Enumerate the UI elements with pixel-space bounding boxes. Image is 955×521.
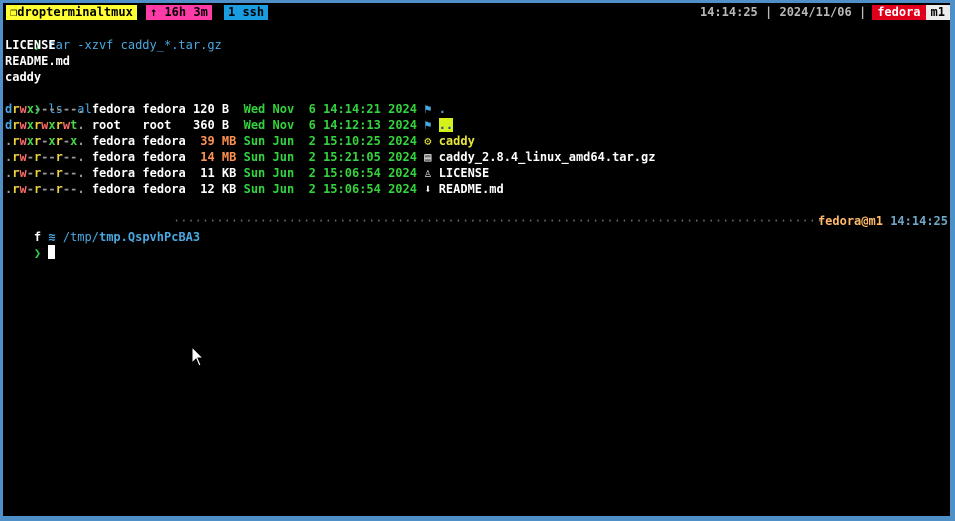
command-line: ❯ ls -al — [5, 85, 92, 116]
ls-permissions: drwxrwxrwt. — [5, 118, 85, 132]
ls-group: fedora — [142, 134, 186, 148]
ls-filename: caddy — [438, 134, 475, 148]
ls-permissions: .rw-r--r--. — [5, 150, 85, 164]
path-dir: tmp.QspvhPcBA3 — [98, 230, 201, 244]
ls-date: Sun Jun 2 15:10:25 2024 — [243, 134, 417, 148]
prompt-right: fedora@m1 14:14:25 — [818, 213, 948, 229]
ls-size: 120 — [193, 102, 215, 116]
ls-size-unit: MB — [221, 134, 237, 148]
ls-filename: .. — [438, 118, 454, 132]
ls-group: root — [142, 118, 172, 132]
ls-group: fedora — [142, 102, 186, 116]
ls-user: fedora — [91, 102, 136, 116]
tmux-window-tab[interactable]: 1 ssh — [224, 5, 269, 20]
output-line: LICENSE — [5, 38, 56, 52]
status-date: 2024/11/06 — [779, 5, 852, 19]
input-line[interactable]: ❯ — [5, 229, 56, 260]
ls-size: 360 — [193, 118, 215, 132]
ls-user: fedora — [91, 182, 136, 196]
command-line: ❯ tar -xzvf caddy_*.tar.gz — [5, 21, 222, 52]
file-type-icon: ⚙ — [424, 134, 432, 148]
ls-row: .rw-r--r--. fedora fedora 11 KB Sun Jun … — [5, 165, 489, 181]
ls-date: Sun Jun 2 15:06:54 2024 — [243, 166, 417, 180]
ls-date: Sun Jun 2 15:06:54 2024 — [243, 182, 417, 196]
status-right: 14:14:25 | 2024/11/06 | fedora m1 — [700, 5, 950, 20]
mouse-pointer-icon — [191, 346, 205, 367]
ls-date: Sun Jun 2 15:21:05 2024 — [243, 150, 417, 164]
ls-row: drwx------. fedora fedora 120 B Wed Nov … — [5, 101, 446, 117]
ls-filename: caddy_2.8.4_linux_amd64.tar.gz — [438, 150, 656, 164]
ls-date: Wed Nov 6 14:14:21 2024 — [243, 102, 417, 116]
ls-permissions: .rw-r--r--. — [5, 182, 85, 196]
ls-row: drwxrwxrwt. root root 360 B Wed Nov 6 14… — [5, 117, 454, 133]
path-prefix: /tmp/ — [62, 230, 99, 244]
prompt-filler-rule: ········································… — [173, 214, 821, 228]
ls-row: .rw-r--r--. fedora fedora 12 KB Sun Jun … — [5, 181, 504, 197]
ls-group: fedora — [142, 182, 186, 196]
output-line: README.md — [5, 54, 71, 68]
uptime-badge: ↑ 16h 3m — [146, 5, 212, 20]
ls-size-unit: B — [221, 118, 230, 132]
output-line: caddy — [5, 70, 42, 84]
ls-permissions: drwx------. — [5, 102, 85, 116]
session-name: dropterminaltmux — [17, 5, 133, 19]
command-text: tar -xzvf caddy_*.tar.gz — [48, 38, 222, 52]
ls-filename: README.md — [438, 182, 504, 196]
prompt-line: f ≋ /tmp/tmp.QspvhPcBA3 ················… — [5, 213, 948, 244]
ls-group: fedora — [142, 150, 186, 164]
ls-user: fedora — [91, 150, 136, 164]
status-datetime: 14:14:25 | 2024/11/06 | — [699, 5, 867, 19]
prompt-char: ❯ — [33, 246, 42, 260]
file-type-icon: ⚑ — [424, 118, 432, 132]
status-time: 14:14:25 — [699, 5, 758, 19]
file-type-icon: ⬇ — [424, 182, 432, 196]
ls-row: .rwxr-xr-x. fedora fedora 39 MB Sun Jun … — [5, 133, 475, 149]
status-host: m1 — [925, 5, 950, 20]
ls-size-unit: KB — [221, 166, 237, 180]
ls-size: 12 — [200, 182, 215, 196]
ls-date: Wed Nov 6 14:12:13 2024 — [243, 118, 417, 132]
ls-permissions: .rw-r--r--. — [5, 166, 85, 180]
ls-size-unit: KB — [221, 182, 237, 196]
ls-user: root — [91, 118, 121, 132]
ls-user: fedora — [91, 166, 136, 180]
ls-filename: . — [438, 102, 446, 116]
file-type-icon: ▤ — [424, 150, 432, 164]
ls-size-unit: MB — [221, 150, 237, 164]
tmux-status-bar: ❐dropterminaltmux ↑ 16h 3m 1 ssh 14:14:2… — [3, 3, 950, 21]
text-cursor — [48, 245, 56, 259]
ls-size: 14 — [200, 150, 215, 164]
ls-size: 39 — [200, 134, 215, 148]
ls-filename: LICENSE — [438, 166, 490, 180]
prompt-time: 14:14:25 — [890, 214, 948, 228]
ls-user: fedora — [91, 134, 136, 148]
ls-row: .rw-r--r--. fedora fedora 14 MB Sun Jun … — [5, 149, 655, 165]
file-type-icon: ♙ — [424, 166, 432, 180]
status-user: fedora — [872, 5, 926, 20]
ls-size-unit: B — [221, 102, 230, 116]
ls-group: fedora — [142, 166, 186, 180]
ls-permissions: .rwxr-xr-x. — [5, 134, 85, 148]
file-type-icon: ⚑ — [424, 102, 432, 116]
tmux-session-tab[interactable]: ❐dropterminaltmux — [6, 5, 137, 20]
prompt-user-host: fedora@m1 — [817, 214, 883, 228]
ls-size: 11 — [200, 166, 215, 180]
terminal-window[interactable]: ❐dropterminaltmux ↑ 16h 3m 1 ssh 14:14:2… — [3, 3, 950, 516]
